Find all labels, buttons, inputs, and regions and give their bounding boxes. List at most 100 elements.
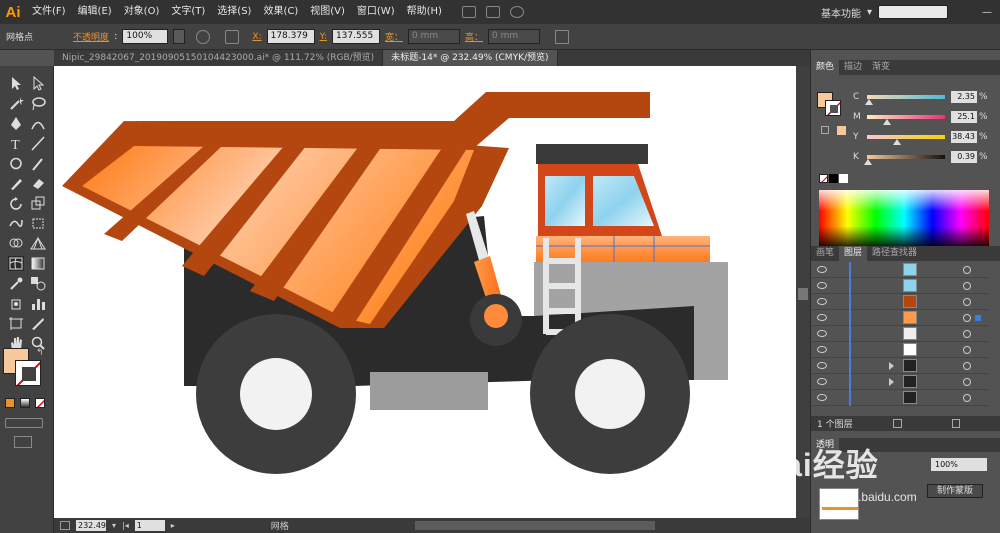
magenta-value[interactable]: 25.1 <box>951 111 977 123</box>
expand-icon[interactable] <box>889 378 894 386</box>
rectangle-tool-icon[interactable] <box>8 156 24 171</box>
artboard[interactable] <box>54 66 796 518</box>
eye-icon[interactable] <box>817 330 827 337</box>
stroke-swatch[interactable] <box>15 360 41 386</box>
opacity-input[interactable]: 100% <box>122 29 169 44</box>
black-slider-knob[interactable] <box>863 159 872 165</box>
layer-row[interactable] <box>811 390 989 406</box>
eye-icon[interactable] <box>817 346 827 353</box>
out-of-gamut-icon[interactable] <box>821 126 829 134</box>
dump-truck-artwork[interactable] <box>54 66 796 518</box>
pencil-tool-icon[interactable] <box>8 176 24 191</box>
layer-row[interactable] <box>811 342 989 358</box>
scale-tool-icon[interactable] <box>30 196 46 211</box>
selection-tool-icon[interactable] <box>8 76 24 91</box>
layer-row[interactable] <box>811 278 989 294</box>
warp-tool-icon[interactable] <box>8 216 24 231</box>
black-value[interactable]: 0.39 <box>951 151 977 163</box>
magenta-slider[interactable] <box>867 115 945 125</box>
target-icon[interactable] <box>963 346 971 354</box>
rotate-tool-icon[interactable] <box>8 196 24 211</box>
tab-layers[interactable]: 图层 <box>839 246 868 261</box>
chevron-down-icon[interactable]: ▾ <box>867 7 872 18</box>
shape-builder-tool-icon[interactable] <box>8 236 24 251</box>
eraser-tool-icon[interactable] <box>30 176 46 191</box>
make-mask-button[interactable]: 制作蒙版 <box>927 484 983 498</box>
white-swatch[interactable] <box>839 174 848 183</box>
y-input[interactable]: 137.555 <box>331 29 380 44</box>
menu-edit[interactable]: 编辑(E) <box>72 0 118 24</box>
layer-row[interactable] <box>811 294 989 310</box>
transparency-opacity-input[interactable]: 100% <box>931 458 987 471</box>
magenta-slider-knob[interactable] <box>882 119 891 125</box>
gradient-mode-button[interactable] <box>20 398 30 408</box>
minimize-icon[interactable]: — <box>982 7 992 18</box>
menu-select[interactable]: 选择(S) <box>211 0 257 24</box>
swap-icon[interactable]: ↰ <box>36 348 44 358</box>
curvature-tool-icon[interactable] <box>30 116 46 131</box>
layer-row[interactable] <box>811 310 989 326</box>
eye-icon[interactable] <box>817 378 827 385</box>
bridge-icon[interactable] <box>461 6 476 18</box>
panel-stroke-swatch[interactable] <box>825 100 841 116</box>
yellow-value[interactable]: 38.43 <box>951 131 977 143</box>
none-swatch[interactable] <box>819 174 828 183</box>
direct-selection-tool-icon[interactable] <box>30 75 46 91</box>
tab-untitled-14[interactable]: 未标题-14* @ 232.49% (CMYK/预览) <box>383 50 558 66</box>
eye-icon[interactable] <box>817 314 827 321</box>
x-input[interactable]: 178.379 <box>266 29 315 44</box>
workspace-label[interactable]: 基本功能 <box>821 5 861 20</box>
gradient-tool-icon[interactable] <box>30 256 46 271</box>
draw-mode-icon[interactable] <box>5 418 43 428</box>
target-icon[interactable] <box>963 394 971 402</box>
search-input[interactable] <box>878 5 948 19</box>
width-input[interactable]: 0 mm <box>407 29 460 44</box>
layer-row[interactable] <box>811 358 989 374</box>
none-mode-button[interactable] <box>35 398 45 408</box>
tab-nipic-document[interactable]: Nipic_29842067_20190905150104423000.ai* … <box>54 50 384 66</box>
gpu-performance-icon[interactable] <box>509 6 524 18</box>
free-transform-tool-icon[interactable] <box>30 216 46 231</box>
target-icon[interactable] <box>963 330 971 338</box>
layer-row[interactable] <box>811 262 989 278</box>
menu-object[interactable]: 对象(O) <box>118 0 166 24</box>
menu-view[interactable]: 视图(V) <box>304 0 351 24</box>
next-page-icon[interactable]: ▸ <box>171 521 175 530</box>
target-icon[interactable] <box>963 266 971 274</box>
opacity-dropdown[interactable] <box>173 29 186 44</box>
perspective-grid-tool-icon[interactable] <box>30 236 46 251</box>
zoom-dropdown-icon[interactable]: ▾ <box>112 521 116 530</box>
column-graph-tool-icon[interactable] <box>30 296 46 311</box>
menu-window[interactable]: 窗口(W) <box>351 0 401 24</box>
reference-point-icon[interactable] <box>225 29 240 44</box>
lasso-tool-icon[interactable] <box>30 96 46 111</box>
horizontal-scrollbar-thumb[interactable] <box>414 521 655 530</box>
new-layer-icon[interactable] <box>892 419 902 428</box>
target-icon[interactable] <box>963 362 971 370</box>
target-icon[interactable] <box>963 298 971 306</box>
first-page-icon[interactable]: |◂ <box>122 521 129 530</box>
height-input[interactable]: 0 mm <box>487 29 540 44</box>
artboard-tool-icon[interactable] <box>8 316 24 331</box>
tab-stroke[interactable]: 描边 <box>839 60 867 75</box>
layer-row[interactable] <box>811 326 989 342</box>
arrange-documents-icon[interactable] <box>485 6 500 18</box>
paintbrush-tool-icon[interactable] <box>30 156 46 171</box>
magic-wand-icon[interactable] <box>8 96 24 111</box>
delete-layer-icon[interactable] <box>951 419 960 428</box>
tab-brushes[interactable]: 画笔 <box>811 246 839 261</box>
eye-icon[interactable] <box>817 362 827 369</box>
black-swatch[interactable] <box>829 174 838 183</box>
yellow-slider[interactable] <box>867 135 945 145</box>
expand-icon[interactable] <box>889 362 894 370</box>
cyan-slider-knob[interactable] <box>864 99 873 105</box>
layer-row[interactable] <box>811 374 989 390</box>
menu-help[interactable]: 帮助(H) <box>401 0 448 24</box>
page-input[interactable]: 1 <box>134 520 165 531</box>
tab-color[interactable]: 颜色 <box>811 60 840 75</box>
eye-icon[interactable] <box>817 394 827 401</box>
target-icon[interactable] <box>963 378 971 386</box>
black-slider[interactable] <box>863 155 945 165</box>
workspace-switcher[interactable]: 基本功能 ▾ — <box>821 5 992 20</box>
gamut-swatch[interactable] <box>837 126 846 135</box>
